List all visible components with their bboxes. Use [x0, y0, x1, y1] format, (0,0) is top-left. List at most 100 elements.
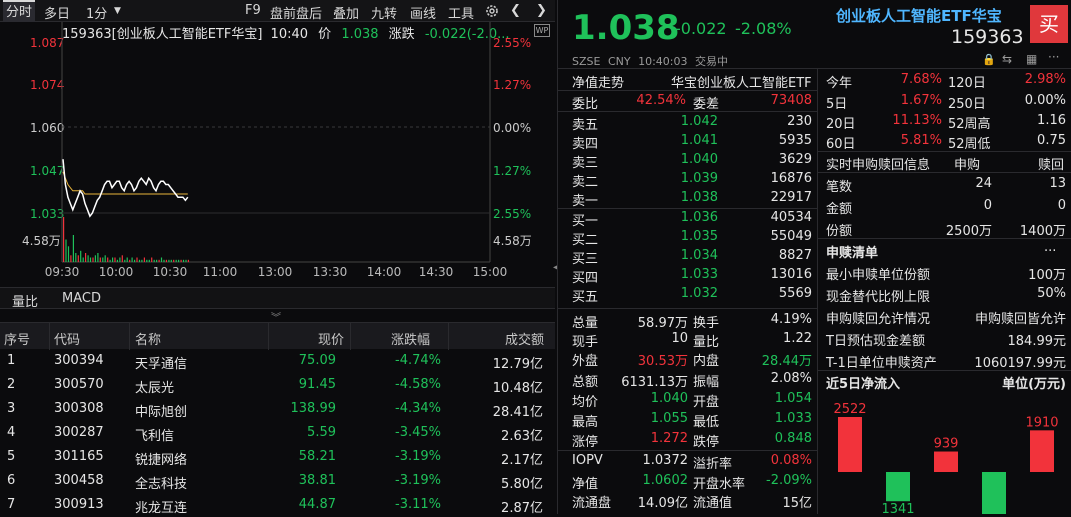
table-row[interactable]: 3 300308 中际旭创 138.99 -4.34% 28.41亿 [0, 397, 553, 421]
previous-arrow-icon[interactable]: ❮ [510, 3, 521, 18]
overlay-button[interactable]: 叠加 [333, 3, 359, 22]
list-item-label: 现金替代比例上限 [826, 290, 931, 305]
premarket-button[interactable]: 盘前盘后 [270, 3, 322, 22]
volume-bar [107, 257, 109, 262]
volume-bar [141, 259, 143, 263]
row-amount: 28.41亿 [492, 405, 543, 420]
stat-value: 1.272 [650, 431, 688, 446]
volume-bar [180, 259, 182, 263]
weicha-value: 73408 [770, 93, 812, 108]
nine-turn-button[interactable]: 九转 [371, 3, 397, 22]
tools-button[interactable]: 工具 [448, 3, 474, 22]
quote-change: -0.022 [675, 19, 727, 38]
stat-label: 流通值 [693, 496, 733, 511]
col-no[interactable]: 序号 [4, 329, 30, 348]
bid-price[interactable]: 1.033 [648, 267, 718, 282]
bid-price[interactable]: 1.035 [648, 229, 718, 244]
volume-bar [163, 259, 165, 263]
stat-value: 1.0372 [642, 453, 689, 468]
ask-price[interactable]: 1.041 [648, 133, 718, 148]
volume-bar [168, 259, 170, 263]
ask-volume: 22917 [770, 190, 812, 205]
period-dropdown-icon[interactable]: ▼ [114, 6, 121, 16]
row-change: -4.34% [395, 401, 441, 416]
row-change: -3.11% [395, 497, 441, 512]
col-change[interactable]: 涨跌幅 [391, 329, 430, 348]
settings-gear-icon[interactable] [484, 3, 500, 23]
col-price[interactable]: 现价 [318, 329, 344, 348]
intraday-chart[interactable]: 159363[创业板人工智能ETF华宝] 10:40 价 1.038 涨跌 -0… [0, 22, 555, 286]
table-row[interactable]: 5 301165 锐捷网络 58.21 -3.19% 2.17亿 [0, 445, 553, 469]
row-amount: 2.87亿 [501, 501, 543, 516]
ask-price[interactable]: 1.042 [648, 114, 718, 129]
ask-label: 卖一 [572, 194, 599, 209]
row-change: -4.74% [395, 353, 441, 368]
col-amount[interactable]: 成交额 [505, 329, 544, 348]
tab-period[interactable]: 1分 [86, 3, 107, 22]
ask-volume: 3629 [778, 152, 812, 167]
ask-price[interactable]: 1.038 [648, 190, 718, 205]
table-row[interactable]: 2 300570 太辰光 91.45 -4.58% 10.48亿 [0, 373, 553, 397]
bid-price[interactable]: 1.036 [648, 210, 718, 225]
bid-label: 买五 [572, 290, 599, 305]
stat-label: 溢折率 [693, 457, 733, 472]
volume-bar [182, 259, 185, 263]
perf-value: 1.16 [1037, 113, 1066, 128]
col-code[interactable]: 代码 [54, 329, 80, 348]
list-item-label: 最小申赎单位份额 [826, 268, 931, 283]
tab-volume-ratio[interactable]: 量比 [12, 291, 38, 310]
perf-value: 11.13% [892, 113, 942, 128]
table-row[interactable]: 7 300913 兆龙互连 44.87 -3.11% 2.87亿 [0, 493, 553, 517]
ask-price[interactable]: 1.040 [648, 152, 718, 167]
more-icon[interactable]: ··· [1048, 50, 1059, 64]
x-tick-label: 14:30 [419, 265, 454, 279]
tab-intraday[interactable]: 分时 [3, 0, 36, 22]
stat-label: 外盘 [572, 354, 599, 369]
ask-price[interactable]: 1.039 [648, 171, 718, 186]
quote-price: 1.038 [572, 8, 680, 48]
perf-value: 7.68% [900, 72, 942, 87]
row-name: 兆龙互连 [135, 501, 188, 516]
redeem-redeem-value: 0 [1057, 198, 1066, 213]
volume-bar [160, 257, 163, 262]
tab-multiday[interactable]: 多日 [44, 3, 70, 22]
draw-line-button[interactable]: 画线 [410, 3, 436, 22]
stat-label: 换手 [693, 316, 720, 331]
flow-bar-label: 1910 [1025, 415, 1058, 430]
table-row[interactable]: 4 300287 飞利信 5.59 -3.45% 2.63亿 [0, 421, 553, 445]
link-icon[interactable]: ⇆ [1002, 52, 1012, 66]
flow-title: 近5日净流入 [826, 377, 901, 392]
nav-trend-label[interactable]: 净值走势 [572, 72, 624, 91]
f9-button[interactable]: F9 [245, 3, 261, 18]
next-arrow-icon[interactable]: ❯ [536, 3, 547, 18]
volume-bar [119, 257, 121, 262]
stat-value: 28.44万 [761, 354, 812, 369]
row-price: 138.99 [290, 401, 337, 416]
ask-volume: 16876 [770, 171, 812, 186]
ask-label: 卖二 [572, 175, 599, 190]
flow-bar [1030, 430, 1054, 472]
row-name: 全志科技 [135, 477, 188, 492]
bid-price[interactable]: 1.032 [648, 286, 718, 301]
stat-value: 2.08% [770, 371, 812, 386]
volume-bar [97, 253, 99, 262]
ask-label: 卖四 [572, 137, 599, 152]
perf-label: 60日 [826, 137, 856, 152]
row-amount: 10.48亿 [492, 381, 543, 396]
table-row[interactable]: 6 300458 全志科技 38.81 -3.19% 5.80亿 [0, 469, 553, 493]
volume-bar [143, 257, 145, 262]
buy-button[interactable]: 买 [1030, 5, 1068, 43]
tab-macd[interactable]: MACD [62, 291, 101, 306]
stat-label: IOPV [572, 453, 603, 468]
bid-volume: 8827 [778, 248, 812, 263]
bid-price[interactable]: 1.034 [648, 248, 718, 263]
x-tick-label: 13:00 [258, 265, 293, 279]
lock-icon[interactable]: 🔒 [982, 53, 996, 66]
grid-icon[interactable]: ▦ [1026, 52, 1037, 66]
ask-label: 卖五 [572, 118, 599, 133]
volume-bar [85, 253, 87, 262]
chart-toolbar: 分时 多日 1分 ▼ F9 盘前盘后 叠加 九转 画线 工具 ❮ ❯ [0, 0, 555, 22]
col-name[interactable]: 名称 [135, 329, 161, 348]
table-row[interactable]: 1 300394 天孚通信 75.09 -4.74% 12.79亿 [0, 349, 553, 373]
list-more-icon[interactable]: ... [1044, 240, 1056, 255]
